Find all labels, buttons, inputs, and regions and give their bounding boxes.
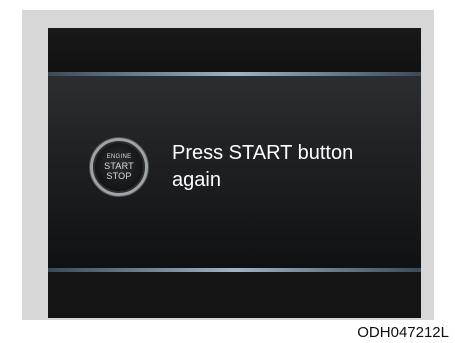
top-band bbox=[48, 28, 421, 72]
engine-label: ENGINE bbox=[106, 154, 132, 160]
page: ENGINE START STOP Press START button aga… bbox=[0, 0, 455, 343]
message-line-1: Press START button bbox=[172, 142, 354, 164]
figure-code: ODH047212L bbox=[357, 324, 449, 341]
stop-label: STOP bbox=[106, 171, 132, 181]
cluster-display: ENGINE START STOP Press START button aga… bbox=[48, 28, 421, 318]
warning-message: Press START button again bbox=[172, 140, 412, 194]
message-line-2: again bbox=[172, 169, 221, 191]
start-label: START bbox=[104, 161, 134, 171]
engine-start-stop-icon: ENGINE START STOP bbox=[90, 138, 148, 196]
bottom-band bbox=[48, 272, 421, 318]
